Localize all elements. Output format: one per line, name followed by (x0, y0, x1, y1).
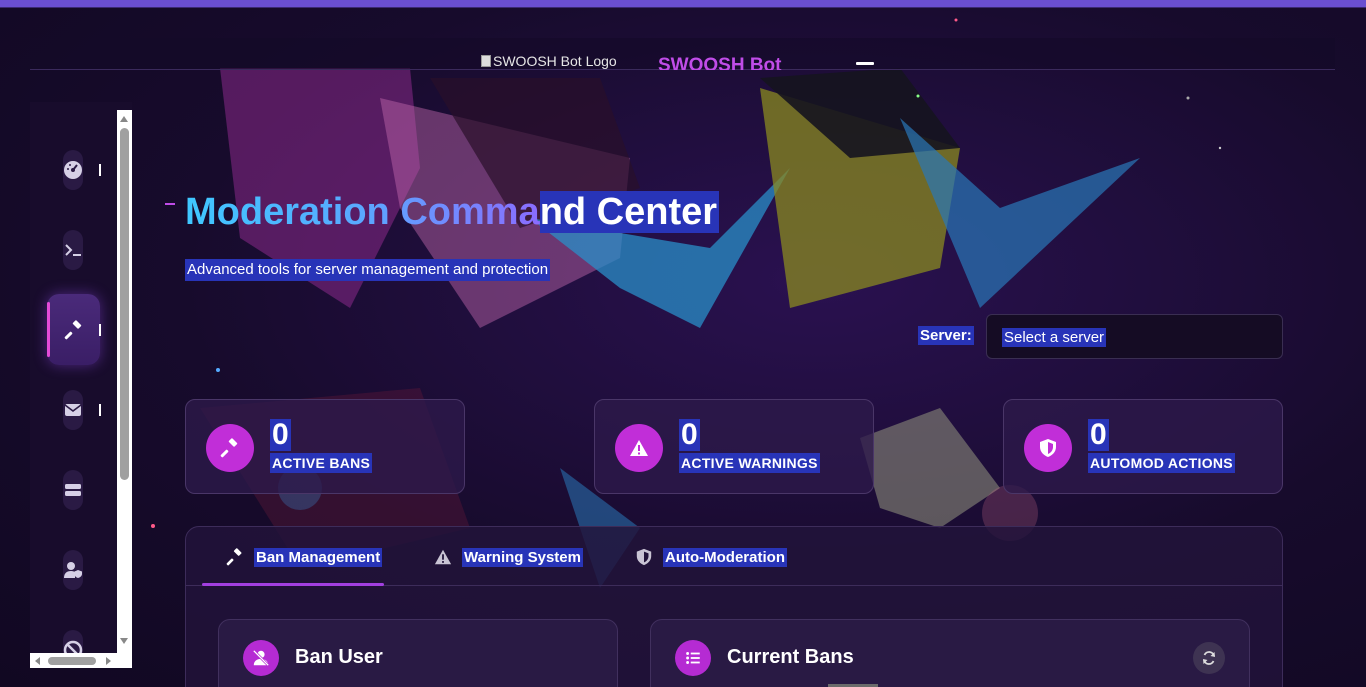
page-title-selected: nd Center (539, 191, 720, 233)
sidebar-item-label-marker (99, 324, 101, 336)
tab-ban-management[interactable]: Ban Management (226, 545, 383, 569)
scroll-up-arrow-icon[interactable] (120, 116, 128, 122)
scroll-down-arrow-icon[interactable] (120, 638, 128, 644)
scrollbar-thumb[interactable] (48, 657, 96, 665)
stat-label: ACTIVE BANS (270, 453, 373, 473)
gavel-icon (64, 319, 81, 339)
envelope-icon (64, 404, 82, 416)
stat-label: AUTOMOD ACTIONS (1088, 453, 1235, 473)
scroll-left-arrow-icon[interactable] (35, 657, 40, 665)
sidebar-horizontal-scrollbar[interactable] (30, 653, 132, 668)
moderation-panel: Ban Management Warning System Auto-Moder… (185, 526, 1283, 687)
dashboard-icon (64, 161, 82, 179)
page: SWOOSH Bot Logo SWOOSH Bot Moderation Co… (0, 8, 1366, 687)
brand-logo[interactable]: SWOOSH Bot Logo (481, 53, 651, 71)
page-title-gradient: Moderation Comma (185, 191, 540, 233)
stat-label: ACTIVE WARNINGS (679, 453, 820, 473)
user-shield-icon (64, 562, 82, 578)
scroll-right-arrow-icon[interactable] (106, 657, 111, 665)
gavel-icon (226, 548, 242, 566)
sidebar-item-messages[interactable] (63, 390, 83, 430)
refresh-icon (1203, 651, 1215, 665)
sidebar-item-label-marker (99, 164, 101, 176)
card-title: Current Bans (727, 646, 854, 668)
stat-value: 0 (270, 418, 291, 451)
user-slash-icon (243, 640, 279, 676)
tab-label: Auto-Moderation (663, 547, 787, 567)
sidebar-item-commands[interactable] (63, 230, 83, 270)
scrollbar-thumb[interactable] (120, 128, 129, 480)
sidebar-item-dashboard[interactable] (63, 150, 83, 190)
broken-image-icon (481, 55, 491, 67)
shield-icon (636, 548, 652, 566)
server-select[interactable]: Select a server (986, 314, 1283, 359)
tab-label: Warning System (462, 547, 583, 567)
sidebar-vertical-scrollbar[interactable] (117, 110, 132, 658)
page-title: Moderation Command Center (185, 182, 720, 242)
active-tab-indicator (202, 583, 384, 586)
stat-value: 0 (679, 418, 700, 451)
shield-icon (1024, 424, 1072, 472)
warning-icon (434, 549, 452, 565)
current-bans-card: Current Bans (650, 619, 1250, 687)
tab-label: Ban Management (254, 547, 383, 567)
tab-bar: Ban Management Warning System Auto-Moder… (186, 527, 1282, 586)
tab-auto-moderation[interactable]: Auto-Moderation (635, 545, 787, 569)
stat-card-active-warnings: 0 ACTIVE WARNINGS (594, 399, 874, 494)
server-icon (65, 484, 81, 496)
card-title: Ban User (295, 646, 383, 668)
logo-alt-text: SWOOSH Bot Logo (493, 53, 617, 69)
server-label: Server: (918, 326, 974, 345)
brand-name[interactable]: SWOOSH Bot (658, 55, 782, 70)
warning-icon (615, 424, 663, 472)
server-select-value: Select a server (1002, 328, 1107, 347)
list-icon (675, 640, 711, 676)
ban-user-card: Ban User (218, 619, 618, 687)
terminal-icon (65, 244, 81, 256)
sidebar-item-moderation[interactable] (47, 294, 100, 365)
window-top-strip (0, 0, 1366, 8)
sidebar-item-users[interactable] (63, 550, 83, 590)
hamburger-menu-icon[interactable] (856, 62, 874, 65)
stat-card-automod-actions: 0 AUTOMOD ACTIONS (1003, 399, 1283, 494)
sidebar-item-label-marker (99, 404, 101, 416)
stat-value: 0 (1088, 418, 1109, 451)
page-subtitle: Advanced tools for server management and… (185, 259, 551, 281)
stat-card-active-bans: 0 ACTIVE BANS (185, 399, 465, 494)
tab-warning-system[interactable]: Warning System (434, 545, 583, 569)
refresh-button[interactable] (1193, 642, 1225, 674)
top-header: SWOOSH Bot Logo SWOOSH Bot (30, 38, 1335, 70)
sidebar-item-servers[interactable] (63, 470, 83, 510)
title-accent-dash (165, 203, 175, 205)
gavel-icon (206, 424, 254, 472)
